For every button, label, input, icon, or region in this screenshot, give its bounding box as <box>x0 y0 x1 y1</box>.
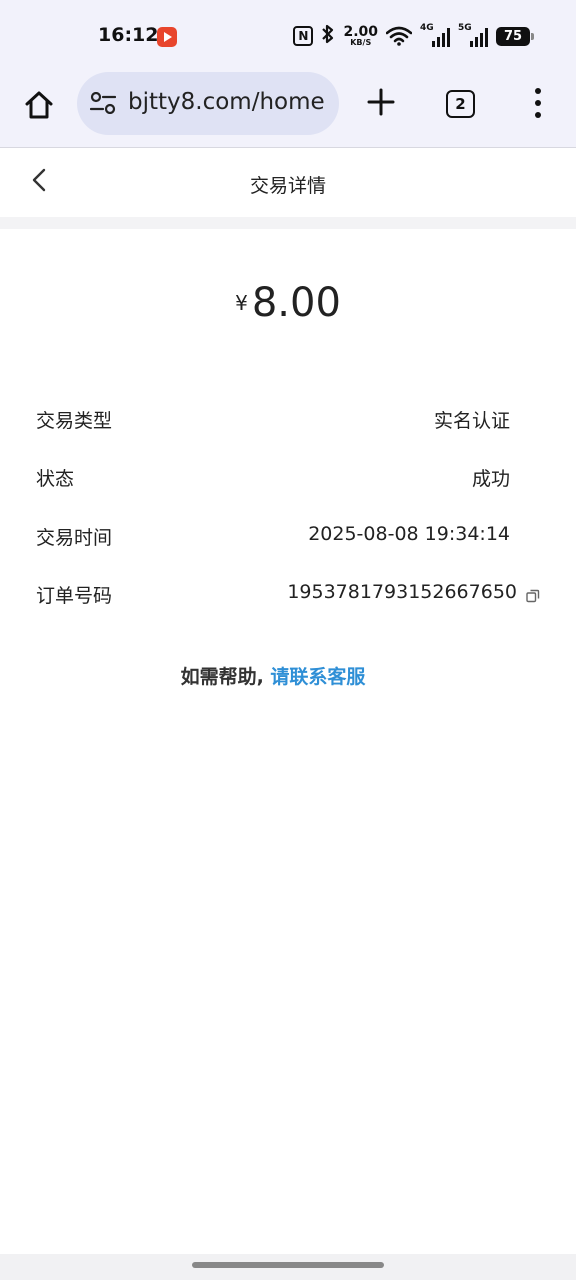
more-vert-icon[interactable] <box>532 88 544 118</box>
copy-icon[interactable] <box>526 588 540 603</box>
plus-icon <box>367 88 395 116</box>
page-header: 交易详情 <box>0 149 576 217</box>
help-prefix: 如需帮助, <box>180 666 271 688</box>
detail-row-type: 交易类型 实名认证 <box>36 406 510 436</box>
help-text: 如需帮助, 请联系客服 <box>0 662 546 689</box>
detail-label: 交易类型 <box>36 410 113 432</box>
tabs-icon[interactable]: 2 <box>446 90 475 118</box>
status-bar: 16:12 N 2.00 KB/S 4G 5G 75 <box>0 0 576 72</box>
network-speed-value: 2.00 <box>343 24 378 40</box>
home-icon <box>25 91 53 119</box>
transaction-amount: ¥8.00 <box>0 280 576 326</box>
url-bar[interactable]: bjtty8.com/home <box>77 72 339 135</box>
currency-symbol: ¥ <box>235 291 248 315</box>
detail-value: 2025-08-08 19:34:14 <box>308 523 510 545</box>
home-button[interactable] <box>22 88 56 122</box>
amount-value: 8.00 <box>251 280 341 326</box>
detail-row-status: 状态 成功 <box>36 464 510 494</box>
bluetooth-icon <box>321 24 335 49</box>
detail-label: 订单号码 <box>36 585 113 607</box>
section-divider <box>0 217 576 229</box>
home-indicator[interactable] <box>192 1262 384 1268</box>
detail-label: 状态 <box>36 468 75 490</box>
battery-icon: 75 <box>496 26 534 46</box>
detail-row-time: 交易时间 2025-08-08 19:34:14 <box>36 523 510 553</box>
network-speed: 2.00 KB/S <box>343 25 378 47</box>
browser-toolbar: bjtty8.com/home 2 <box>0 72 576 148</box>
signal-icon-5g: 5G <box>458 23 488 47</box>
detail-label: 交易时间 <box>36 527 113 549</box>
new-tab-button[interactable] <box>364 86 398 120</box>
nfc-icon: N <box>293 26 314 46</box>
url-text[interactable]: bjtty8.com/home <box>128 89 325 115</box>
status-icons: N 2.00 KB/S 4G 5G 75 <box>293 22 534 50</box>
page-title: 交易详情 <box>249 175 326 197</box>
status-time: 16:12 <box>98 24 159 46</box>
detail-row-order-number: 订单号码 1953781793152667650 <box>36 581 517 611</box>
order-number-value: 1953781793152667650 <box>287 581 517 603</box>
wifi-icon <box>386 26 412 46</box>
site-settings-icon[interactable] <box>89 91 117 118</box>
contact-support-link[interactable]: 请联系客服 <box>270 666 365 688</box>
detail-value: 实名认证 <box>433 410 510 432</box>
video-app-icon <box>157 27 177 47</box>
detail-value: 成功 <box>471 468 510 490</box>
signal-icon-4g: 4G <box>420 23 450 47</box>
network-speed-unit: KB/S <box>350 38 372 47</box>
